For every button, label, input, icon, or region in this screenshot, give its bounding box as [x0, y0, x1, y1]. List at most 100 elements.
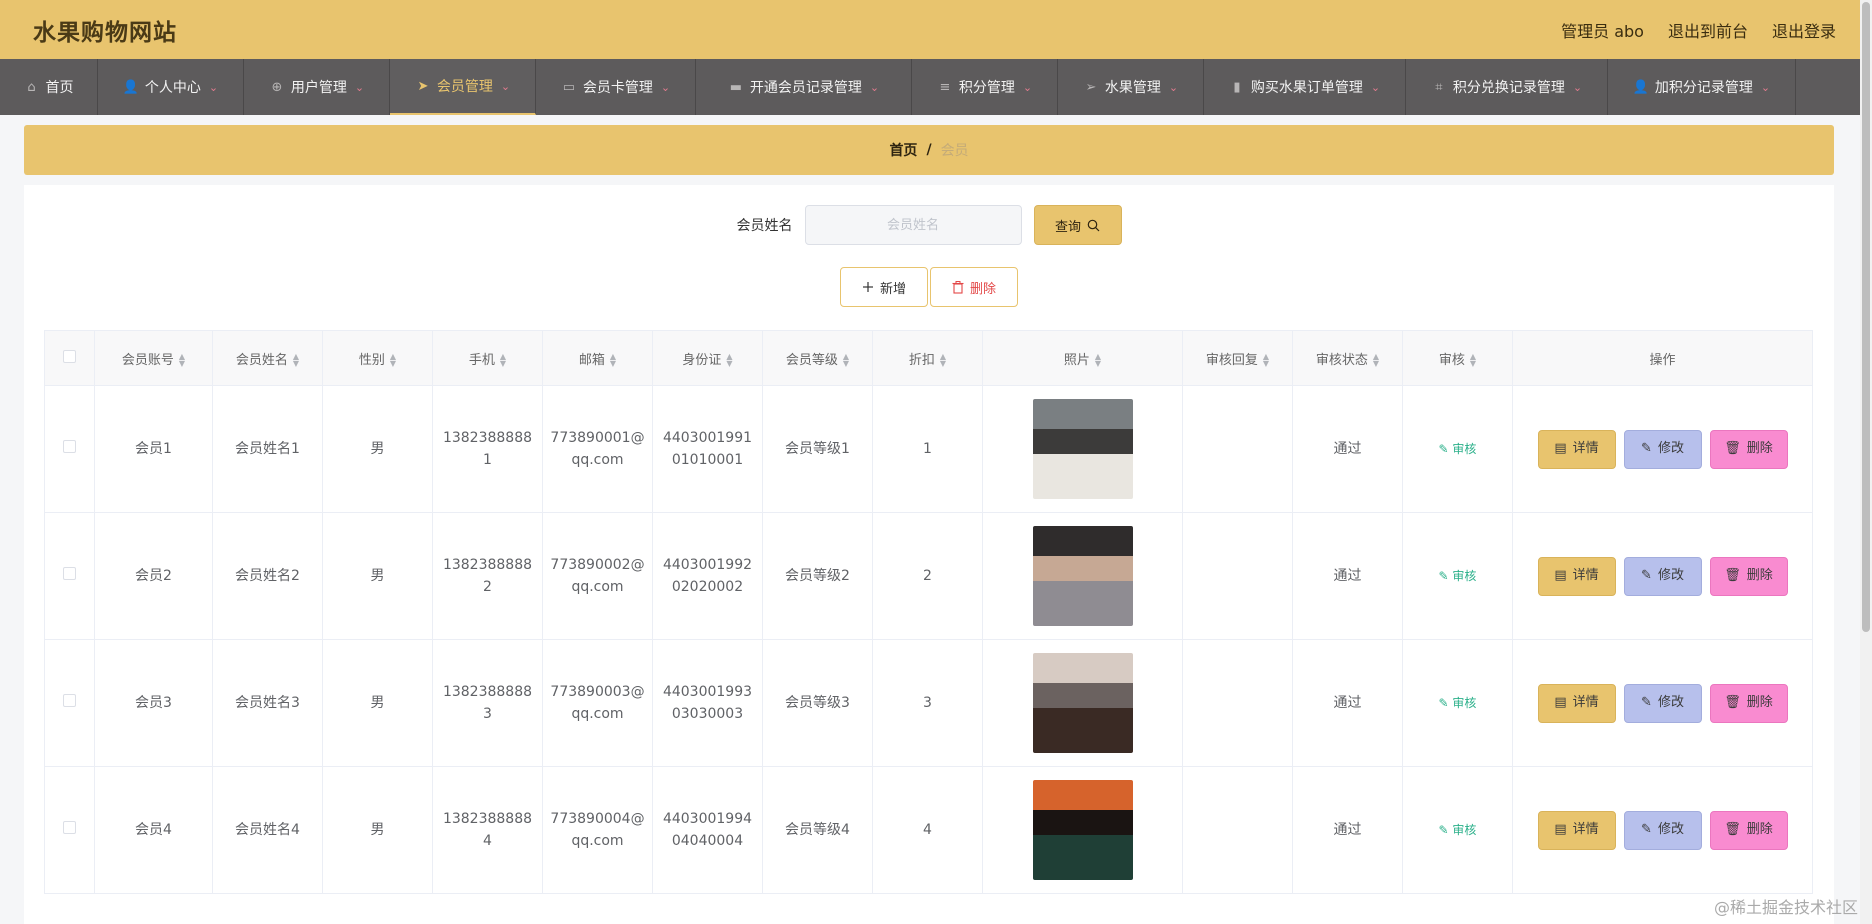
sort-icon[interactable]: ▲ ▼	[293, 353, 299, 368]
cell-photo	[982, 512, 1183, 640]
column-header[interactable]: 审核回复 ▲ ▼	[1182, 330, 1293, 386]
member-name-search-input[interactable]	[804, 205, 1022, 245]
cell-review-reply	[1182, 766, 1293, 894]
row-select-cell	[44, 385, 95, 513]
list-icon: ≡	[939, 79, 951, 95]
review-link[interactable]: ✎ 审核	[1439, 823, 1477, 837]
logout-link[interactable]: 退出登录	[1772, 18, 1836, 42]
detail-button[interactable]: ▤ 详情	[1537, 556, 1616, 596]
cell-phone: 13823888881	[432, 385, 543, 513]
column-header[interactable]: 手机 ▲ ▼	[432, 330, 543, 386]
sort-icon[interactable]: ▲ ▼	[1373, 353, 1379, 368]
nav-item-label: 购买水果订单管理	[1250, 80, 1363, 96]
review-link[interactable]: ✎ 审核	[1439, 569, 1477, 583]
delete-button[interactable]: 🗑 删除	[1709, 556, 1788, 596]
sort-icon[interactable]: ▲ ▼	[843, 353, 849, 368]
page-scrollbar[interactable]	[1860, 0, 1872, 924]
column-header[interactable]: 会员姓名 ▲ ▼	[212, 330, 323, 386]
sort-icon[interactable]: ▲ ▼	[726, 353, 732, 368]
cell-account: 会员1	[94, 385, 213, 513]
breadcrumb-home[interactable]: 首页	[889, 140, 917, 160]
sort-icon[interactable]: ▲ ▼	[940, 353, 946, 368]
column-header[interactable]: 审核 ▲ ▼	[1402, 330, 1513, 386]
column-header[interactable]: 审核状态 ▲ ▼	[1292, 330, 1403, 386]
review-link[interactable]: ✎ 审核	[1439, 442, 1477, 456]
nav-item-10[interactable]: 👤 加积分记录管理 ⌄	[1608, 59, 1796, 115]
send-icon: ➤	[417, 78, 429, 94]
nav-item-2[interactable]: ⊕ 用户管理 ⌄	[244, 59, 390, 115]
member-photo[interactable]	[1032, 653, 1133, 753]
column-header[interactable]: 邮箱 ▲ ▼	[542, 330, 653, 386]
edit-icon: ✎	[1438, 823, 1453, 837]
edit-button-label: 修改	[1657, 822, 1684, 837]
column-header[interactable]: 身份证 ▲ ▼	[652, 330, 763, 386]
select-all-cell	[44, 330, 95, 386]
column-header[interactable]: 折扣 ▲ ▼	[872, 330, 983, 386]
column-header[interactable]: 照片 ▲ ▼	[982, 330, 1183, 386]
column-header[interactable]: 性别 ▲ ▼	[322, 330, 433, 386]
watermark: @稀土掘金技术社区	[1713, 898, 1858, 917]
delete-button[interactable]: 🗑 删除	[1709, 683, 1788, 723]
row-checkbox[interactable]	[63, 694, 76, 707]
sort-icon[interactable]: ▲ ▼	[1263, 353, 1269, 368]
nav-item-8[interactable]: ▮ 购买水果订单管理 ⌄	[1204, 59, 1406, 115]
sort-icon[interactable]: ▲ ▼	[610, 353, 616, 368]
batch-delete-button[interactable]: 删除	[930, 267, 1018, 307]
nav-item-5[interactable]: ▬ 开通会员记录管理 ⌄	[696, 59, 912, 115]
review-link-label: 审核	[1452, 823, 1477, 837]
delete-button-label: 删除	[1746, 568, 1773, 583]
row-checkbox[interactable]	[63, 567, 76, 580]
row-checkbox[interactable]	[63, 440, 76, 453]
home-icon: ⌂	[27, 79, 36, 95]
chevron-down-icon: ⌄	[1572, 80, 1583, 94]
cell-review: ✎ 审核	[1402, 385, 1513, 513]
detail-button[interactable]: ▤ 详情	[1537, 429, 1616, 469]
scrollbar-thumb[interactable]	[1862, 2, 1870, 632]
nav-item-1[interactable]: 👤 个人中心 ⌄	[98, 59, 244, 115]
edit-button[interactable]: ✎ 修改	[1623, 683, 1702, 723]
cell-discount: 4	[872, 766, 983, 894]
cell-discount: 2	[872, 512, 983, 640]
nav-item-9[interactable]: ⌗ 积分兑换记录管理 ⌄	[1406, 59, 1608, 115]
document-icon: ▤	[1554, 822, 1567, 837]
edit-button[interactable]: ✎ 修改	[1623, 810, 1702, 850]
sort-icon[interactable]: ▲ ▼	[500, 353, 506, 368]
admin-user-label[interactable]: 管理员 abo	[1561, 18, 1644, 42]
column-header[interactable]: 会员等级 ▲ ▼	[762, 330, 873, 386]
nav-item-6[interactable]: ≡ 积分管理 ⌄	[912, 59, 1058, 115]
query-button[interactable]: 查询	[1033, 205, 1122, 245]
member-photo[interactable]	[1032, 399, 1133, 499]
detail-button[interactable]: ▤ 详情	[1537, 683, 1616, 723]
trash-icon: 🗑	[1724, 822, 1741, 837]
back-to-front-link[interactable]: 退出到前台	[1668, 18, 1748, 42]
ticket-icon: ▬	[729, 79, 743, 95]
delete-button[interactable]: 🗑 删除	[1709, 810, 1788, 850]
nav-item-7[interactable]: ➢ 水果管理 ⌄	[1058, 59, 1204, 115]
edit-button[interactable]: ✎ 修改	[1623, 429, 1702, 469]
detail-button[interactable]: ▤ 详情	[1537, 810, 1616, 850]
nav-item-0[interactable]: ⌂ 首页	[0, 59, 98, 115]
sort-icon[interactable]: ▲ ▼	[390, 353, 396, 368]
column-header-label: 性别	[358, 352, 385, 368]
nav-item-label: 加积分记录管理	[1654, 80, 1753, 96]
nav-item-4[interactable]: ▭ 会员卡管理 ⌄	[536, 59, 696, 115]
add-button[interactable]: 新增	[840, 267, 928, 307]
select-all-checkbox[interactable]	[63, 349, 76, 363]
member-photo[interactable]	[1032, 526, 1133, 626]
sort-icon[interactable]: ▲ ▼	[1095, 353, 1101, 368]
delete-button[interactable]: 🗑 删除	[1709, 429, 1788, 469]
add-button-label: 新增	[879, 281, 906, 297]
column-header[interactable]: 会员账号 ▲ ▼	[94, 330, 213, 386]
sort-icon[interactable]: ▲ ▼	[179, 353, 185, 368]
member-photo[interactable]	[1032, 780, 1133, 880]
cell-phone: 13823888882	[432, 512, 543, 640]
edit-button-label: 修改	[1657, 695, 1684, 710]
crosshair-icon: ⊕	[271, 79, 283, 95]
sort-icon[interactable]: ▲ ▼	[1470, 353, 1476, 368]
review-link[interactable]: ✎ 审核	[1439, 696, 1477, 710]
cell-gender: 男	[322, 639, 433, 767]
cell-gender: 男	[322, 766, 433, 894]
row-checkbox[interactable]	[63, 821, 76, 834]
edit-button[interactable]: ✎ 修改	[1623, 556, 1702, 596]
nav-item-3[interactable]: ➤ 会员管理 ⌄	[390, 59, 536, 115]
